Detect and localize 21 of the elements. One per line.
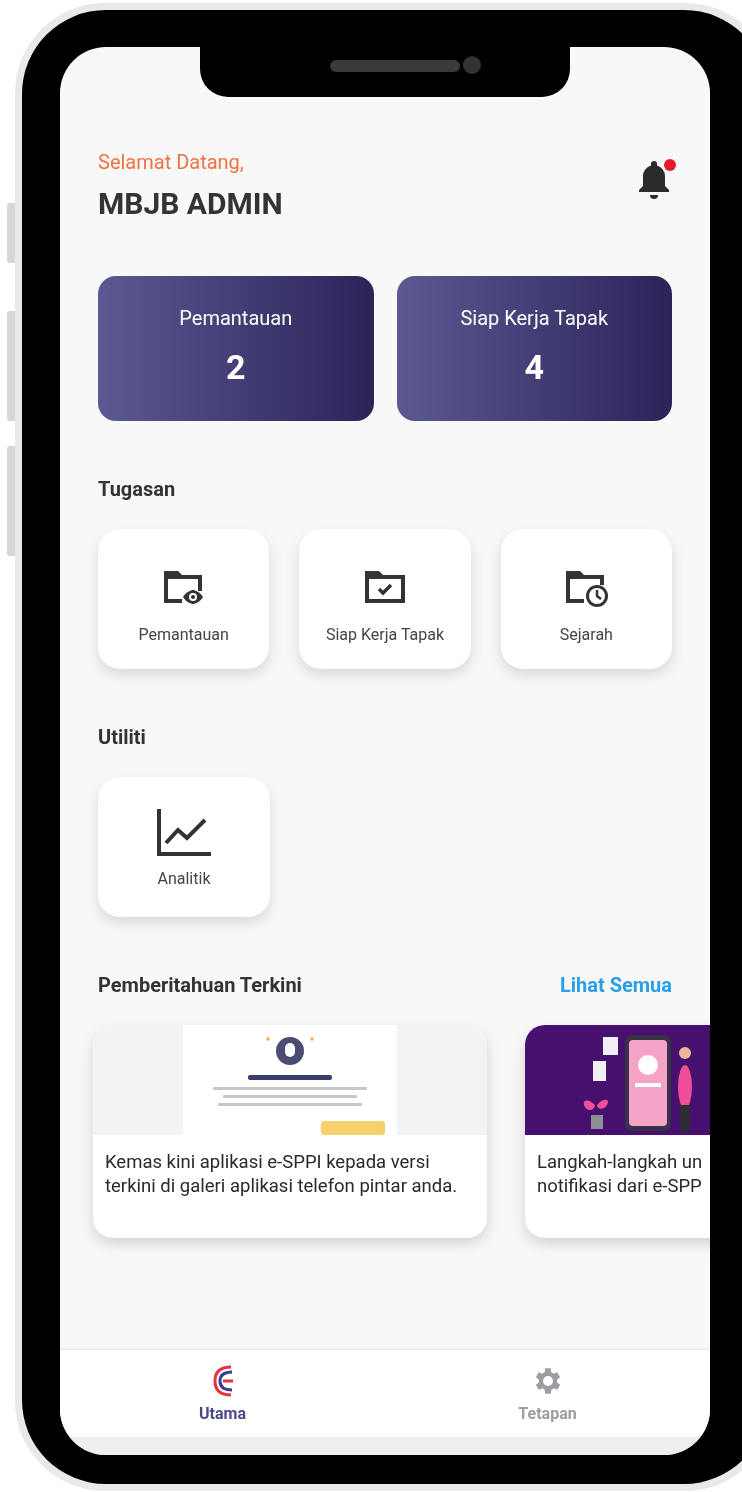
menu-tile[interactable]: Siap Kerja Tapak — [299, 529, 471, 669]
stat-label: Pemantauan — [179, 306, 293, 330]
stat-value: 2 — [226, 347, 246, 387]
stat-value: 4 — [524, 347, 544, 387]
nav-tab[interactable]: Utama — [60, 1350, 385, 1437]
news-card[interactable]: Kemas kini aplikasi e-SPPI kepada versi terkini di galeri aplikasi telefon pintar anda. — [93, 1025, 487, 1238]
news-text: Kemas kini aplikasi e-SPPI kepada versi terkini di galeri aplikasi telefon pintar anda. — [105, 1150, 458, 1198]
news-text: Langkah-langkah un notifikasi dari e-SPP — [537, 1150, 703, 1198]
section-title: Utiliti — [98, 725, 147, 749]
menu-tile[interactable]: Pemantauan — [98, 529, 270, 669]
stat-label: Siap Kerja Tapak — [460, 306, 609, 330]
menu-tile[interactable]: Analitik — [98, 777, 270, 917]
menu-tile[interactable]: Sejarah — [500, 529, 672, 669]
user-name: MBJB ADMIN — [98, 186, 283, 222]
news-card[interactable]: Langkah-langkah un notifikasi dari e-SPP — [525, 1025, 710, 1238]
greeting-text: Selamat Datang, — [98, 150, 245, 174]
stat-card[interactable]: Pemantauan 2 — [98, 276, 374, 421]
section-title: Pemberitahuan Terkini — [98, 973, 302, 997]
line-chart-icon — [156, 807, 212, 857]
section-title: Tugasan — [98, 477, 177, 501]
stat-card[interactable]: Siap Kerja Tapak 4 — [396, 276, 672, 421]
